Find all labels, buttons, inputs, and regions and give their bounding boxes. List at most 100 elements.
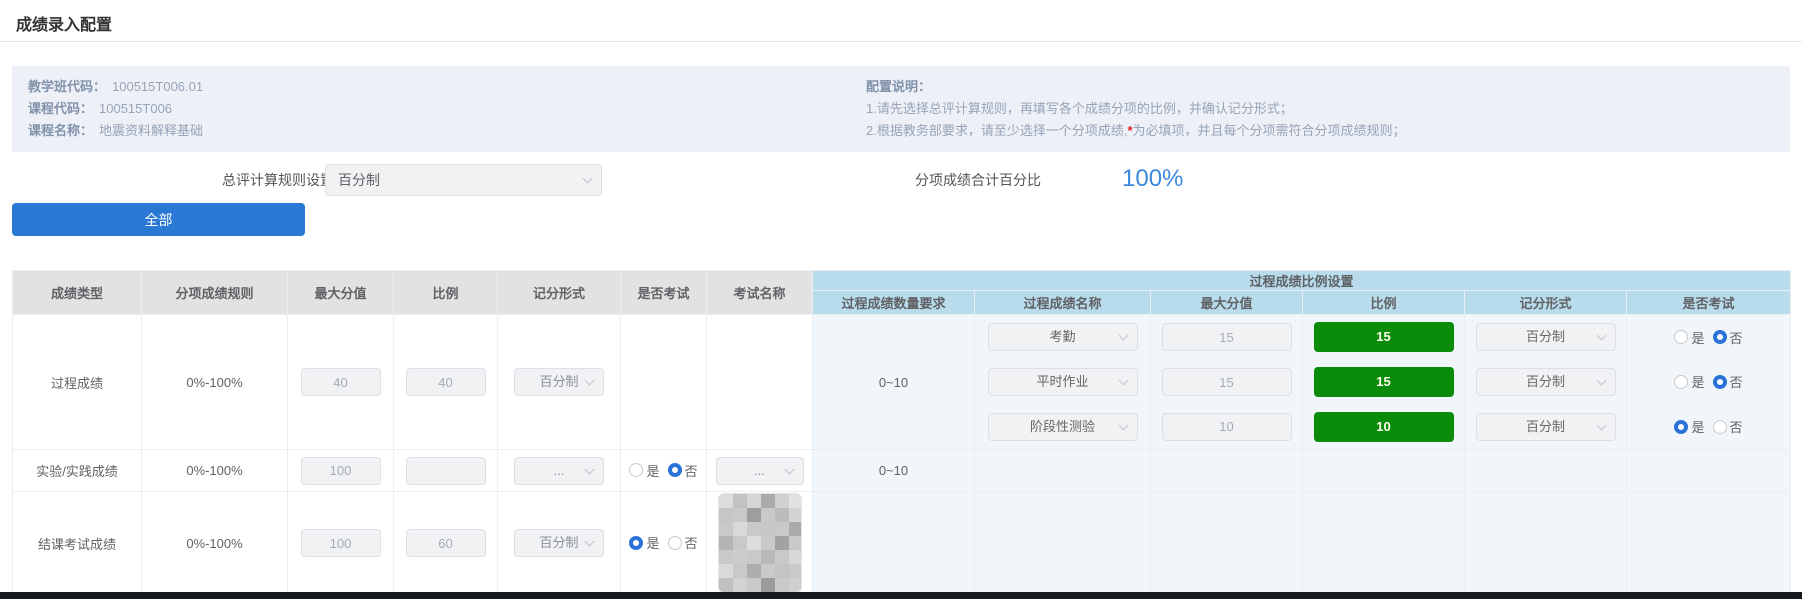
process-max-cell — [288, 315, 394, 450]
exam-no-radio[interactable] — [1713, 375, 1727, 389]
practice-type-cell: 实验/实践成绩 — [13, 450, 142, 492]
process-max-input[interactable] — [301, 368, 381, 396]
class-code-line: 教学班代码：100515T006.01 — [28, 76, 866, 98]
config-note-2: 2.根据教务部要求，请至少选择一个分项成绩,*为必填项，并且每个分项需符合分项成… — [866, 120, 1774, 142]
class-code-value: 100515T006.01 — [112, 79, 203, 94]
process-type-cell: 过程成绩 — [13, 315, 142, 450]
sub-name-cell: 阶段性测验 — [975, 405, 1151, 450]
course-name-line: 课程名称：地震资料解释基础 — [28, 120, 866, 142]
sub-name-cell: 平时作业 — [975, 360, 1151, 405]
header-process-format: 记分形式 — [1465, 291, 1627, 315]
practice-exam-name-select[interactable]: ... — [716, 457, 804, 485]
process-sub-max-input[interactable] — [1162, 413, 1292, 441]
header-process-is-exam: 是否考试 — [1627, 291, 1791, 315]
practice-max-input[interactable] — [301, 457, 381, 485]
header-process-count: 过程成绩数量要求 — [813, 291, 975, 315]
empty-cell — [975, 492, 1151, 595]
process-sub-name-select[interactable]: 阶段性测验 — [988, 413, 1138, 441]
header-sub-rule: 分项成绩规则 — [142, 271, 288, 315]
process-sub-format-select[interactable]: 百分制 — [1476, 413, 1616, 441]
header-process-ratio: 比例 — [1303, 291, 1465, 315]
process-sub-name-select[interactable]: 考勤 — [988, 323, 1138, 351]
process-sub-format-value: 百分制 — [1526, 329, 1565, 344]
row-process-score: 过程成绩 0%-100% 百分制 0~10 — [13, 315, 1791, 360]
exam-no-label: 否 — [685, 533, 698, 552]
ratio-value-box[interactable]: 15 — [1314, 367, 1454, 397]
process-sub-format-select[interactable]: 百分制 — [1476, 368, 1616, 396]
sub-format-cell: 百分制 — [1465, 315, 1627, 360]
chevron-down-icon — [784, 464, 794, 474]
empty-cell — [1303, 450, 1465, 492]
sub-is-exam-cell: 是否 — [1627, 360, 1791, 405]
exam-yes-radio[interactable] — [629, 463, 643, 477]
process-rule-cell: 0%-100% — [142, 315, 288, 450]
header-is-exam: 是否考试 — [621, 271, 707, 315]
practice-ratio-input[interactable] — [406, 457, 486, 485]
sub-name-cell: 考勤 — [975, 315, 1151, 360]
course-code-line: 课程代码：100515T006 — [28, 98, 866, 120]
header-format: 记分形式 — [498, 271, 621, 315]
sub-format-cell: 百分制 — [1465, 405, 1627, 450]
final-format-select[interactable]: 百分制 — [514, 529, 604, 557]
chevron-down-icon — [1118, 331, 1128, 341]
process-sub-name-select[interactable]: 平时作业 — [988, 368, 1138, 396]
exam-yes-label: 是 — [1691, 328, 1704, 347]
final-ratio-input[interactable] — [406, 529, 486, 557]
exam-yes-radio[interactable] — [1674, 420, 1688, 434]
exam-yes-radio[interactable] — [629, 536, 643, 550]
empty-cell — [707, 315, 813, 450]
page-title: 成绩录入配置 — [16, 11, 1786, 35]
course-code-label: 课程代码： — [28, 101, 93, 116]
ratio-value-box[interactable]: 10 — [1314, 412, 1454, 442]
exam-no-label: 否 — [1730, 372, 1743, 391]
sub-is-exam-cell: 是否 — [1627, 315, 1791, 360]
sub-ratio-cell: 10 — [1303, 405, 1465, 450]
exam-no-radio[interactable] — [1713, 420, 1727, 434]
exam-no-radio[interactable] — [1713, 330, 1727, 344]
practice-rule-cell: 0%-100% — [142, 450, 288, 492]
practice-process-count-cell: 0~10 — [813, 450, 975, 492]
course-name-label: 课程名称： — [28, 123, 93, 138]
process-ratio-input[interactable] — [406, 368, 486, 396]
sub-ratio-cell: 15 — [1303, 315, 1465, 360]
final-type-cell: 结课考试成绩 — [13, 492, 142, 595]
process-sub-max-input[interactable] — [1162, 368, 1292, 396]
practice-ratio-cell — [394, 450, 498, 492]
total-rule-select[interactable]: 百分制 — [325, 164, 602, 196]
empty-cell — [1627, 450, 1791, 492]
exam-yes-label: 是 — [646, 461, 659, 480]
process-sub-format-value: 百分制 — [1526, 419, 1565, 434]
final-ratio-cell — [394, 492, 498, 595]
final-max-input[interactable] — [301, 529, 381, 557]
final-rule-cell: 0%-100% — [142, 492, 288, 595]
chevron-down-icon — [1596, 376, 1606, 386]
config-notes: 配置说明： 1.请先选择总评计算规则，再填写各个成绩分项的比例，并确认记分形式；… — [866, 76, 1774, 142]
all-button[interactable]: 全部 — [12, 203, 305, 236]
empty-cell — [1303, 492, 1465, 595]
practice-format-value: ... — [554, 463, 565, 478]
chevron-down-icon — [1118, 376, 1128, 386]
exam-yes-radio[interactable] — [1674, 375, 1688, 389]
exam-no-radio[interactable] — [668, 536, 682, 550]
chevron-down-icon — [1596, 420, 1606, 430]
sub-format-cell: 百分制 — [1465, 360, 1627, 405]
practice-format-select[interactable]: ... — [514, 457, 604, 485]
config-notes-title: 配置说明： — [866, 76, 1768, 98]
empty-cell — [1465, 450, 1627, 492]
process-sub-format-select[interactable]: 百分制 — [1476, 323, 1616, 351]
exam-yes-radio[interactable] — [1674, 330, 1688, 344]
grade-config-table: 成绩类型 分项成绩规则 最大分值 比例 记分形式 是否考试 考试名称 过程成绩比… — [12, 270, 1791, 595]
empty-cell — [621, 315, 707, 450]
process-count-cell: 0~10 — [813, 315, 975, 450]
process-format-select[interactable]: 百分制 — [514, 368, 604, 396]
exam-no-radio[interactable] — [668, 463, 682, 477]
process-format-value: 百分制 — [539, 374, 578, 389]
ratio-value-box[interactable]: 15 — [1314, 322, 1454, 352]
process-sub-max-input[interactable] — [1162, 323, 1292, 351]
empty-cell — [1465, 492, 1627, 595]
final-format-cell: 百分制 — [498, 492, 621, 595]
chevron-down-icon — [1118, 420, 1128, 430]
total-rule-label: 总评计算规则设置 — [222, 164, 334, 196]
config-note-2-text-after: 为必填项，并且每个分项需符合分项成绩规则； — [1133, 123, 1406, 138]
sub-max-cell — [1151, 405, 1303, 450]
